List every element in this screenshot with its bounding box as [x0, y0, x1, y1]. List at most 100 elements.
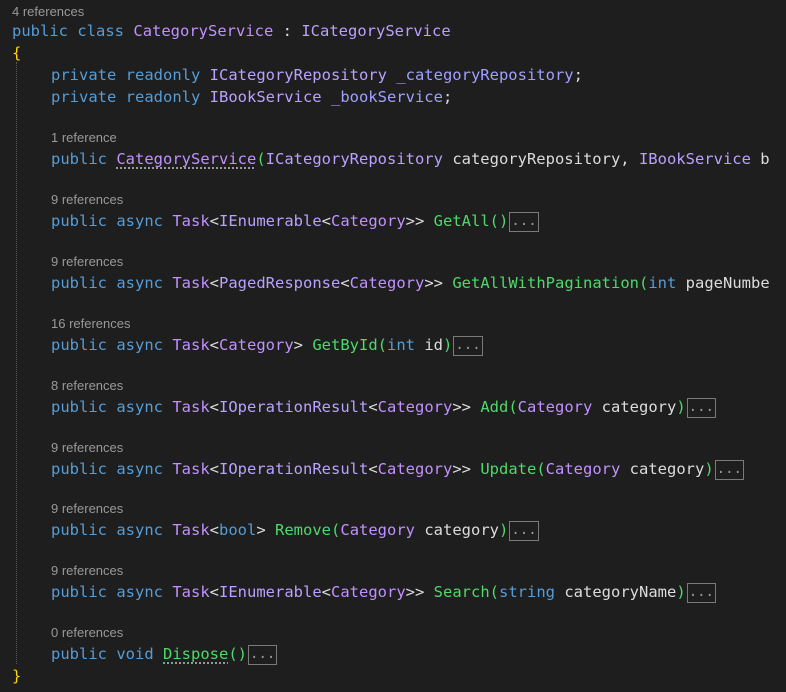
paren-open: ( [638, 274, 649, 292]
paren-open: ( [256, 150, 266, 168]
angle: < [321, 212, 331, 230]
class-declaration-line[interactable]: public class CategoryService : ICategory… [12, 20, 451, 42]
collapsed-region-button[interactable]: ... [453, 335, 483, 356]
method-name: GetAll [433, 212, 490, 230]
field-line-category-repo[interactable]: private readonly ICategoryRepository _ca… [51, 64, 583, 86]
inner-type: PagedResponse [219, 274, 341, 292]
method-getallwithpagination-line[interactable]: public async Task<PagedResponse<Category… [51, 272, 770, 294]
method-add-line[interactable]: public async Task<IOperationResult<Categ… [51, 396, 716, 418]
angle: < [209, 521, 219, 539]
modifiers: public async [51, 460, 163, 478]
collapsed-region-button[interactable]: ... [686, 397, 716, 418]
generic-type: bool [219, 521, 257, 539]
codelens-add-refs[interactable]: 8 references [51, 378, 123, 393]
indent-guide [16, 62, 17, 664]
ctor-line[interactable]: public CategoryService(ICategoryReposito… [51, 148, 770, 170]
paren-open: ( [489, 583, 500, 601]
codelens-ctor-refs[interactable]: 1 reference [51, 130, 117, 145]
angle: < [209, 460, 219, 478]
codelens-class-refs[interactable]: 4 references [12, 4, 84, 19]
generic-type: Category [377, 398, 453, 416]
colon: : [273, 22, 302, 40]
method-getbyid-line[interactable]: public async Task<Category> GetById(int … [51, 334, 483, 356]
codelens-dispose-refs[interactable]: 0 references [51, 625, 123, 640]
param-keyword: string [499, 583, 556, 601]
close-brace: } [12, 667, 22, 685]
codelens-getbyid-refs[interactable]: 16 references [51, 316, 131, 331]
generic-type: Category [349, 274, 425, 292]
task-type: Task [172, 460, 210, 478]
modifiers: public async [51, 212, 163, 230]
method-dispose-line[interactable]: public void Dispose()... [51, 643, 278, 665]
param-name: pageNumbe [676, 274, 770, 292]
collapsed-region-button[interactable]: ... [509, 520, 539, 541]
inner-type: IOperationResult [219, 460, 369, 478]
inner-type: IEnumerable [219, 583, 322, 601]
collapsed-region-button[interactable]: ... [714, 459, 744, 480]
task-type: Task [172, 336, 210, 354]
semicolon: ; [573, 66, 583, 84]
inner-type: IEnumerable [219, 212, 322, 230]
semicolon: ; [442, 88, 453, 106]
task-type: Task [172, 212, 210, 230]
modifiers: public async [51, 583, 163, 601]
param-name: b [750, 150, 770, 168]
modifiers: public [51, 645, 107, 663]
paren-close: ) [676, 398, 686, 416]
method-name: Dispose [163, 645, 229, 663]
param-type: Category [545, 460, 621, 478]
method-name: Update [480, 460, 537, 478]
angle: >> [424, 274, 443, 292]
angle: < [368, 460, 378, 478]
paren-open: ( [508, 398, 518, 416]
generic-type: Category [331, 212, 406, 230]
method-name: GetAllWithPagination [452, 274, 639, 292]
field-modifiers: private readonly [51, 66, 201, 84]
angle: < [209, 583, 219, 601]
task-type: Task [172, 583, 210, 601]
codelens-remove-refs[interactable]: 9 references [51, 501, 123, 516]
kw-public: public [12, 22, 68, 40]
method-getall-line[interactable]: public async Task<IEnumerable<Category>>… [51, 210, 539, 232]
method-update-line[interactable]: public async Task<IOperationResult<Categ… [51, 458, 744, 480]
paren-close: ) [676, 583, 686, 601]
field-modifiers: private readonly [51, 88, 201, 106]
paren-close: ) [499, 521, 509, 539]
class-name: CategoryService [133, 22, 274, 40]
collapsed-region-button[interactable]: ... [248, 644, 278, 665]
paren-open: ( [331, 521, 341, 539]
interface-name: ICategoryService [301, 22, 451, 40]
method-name: GetById [312, 336, 378, 354]
code-editor[interactable]: 4 references public class CategoryServic… [0, 0, 786, 692]
codelens-getallwithpagination-refs[interactable]: 9 references [51, 254, 123, 269]
paren-close: ) [704, 460, 714, 478]
method-name: Remove [275, 521, 332, 539]
collapsed-region-button[interactable]: ... [686, 582, 716, 603]
angle: < [209, 274, 219, 292]
param-name: category [620, 460, 705, 478]
paren-close: ) [443, 336, 453, 354]
modifiers: public async [51, 398, 163, 416]
param-type: IBookService [638, 150, 751, 168]
method-name: Add [480, 398, 509, 416]
field-line-book-service[interactable]: private readonly IBookService _bookServi… [51, 86, 452, 108]
collapsed-region-button[interactable]: ... [509, 211, 539, 232]
task-type: Task [172, 274, 210, 292]
return-type: void [116, 645, 154, 663]
field-name: _categoryRepository [396, 66, 574, 84]
task-type: Task [172, 521, 210, 539]
codelens-getall-refs[interactable]: 9 references [51, 192, 123, 207]
open-brace: { [12, 44, 22, 62]
codelens-search-refs[interactable]: 9 references [51, 563, 123, 578]
angle: > [256, 521, 266, 539]
method-remove-line[interactable]: public async Task<bool> Remove(Category … [51, 519, 539, 541]
modifiers: public async [51, 521, 163, 539]
angle: >> [405, 212, 425, 230]
modifiers: public async [51, 336, 163, 354]
method-search-line[interactable]: public async Task<IEnumerable<Category>>… [51, 581, 716, 603]
kw-class: class [77, 22, 125, 40]
field-type: IBookService [209, 88, 322, 106]
codelens-update-refs[interactable]: 9 references [51, 440, 123, 455]
modifiers: public async [51, 274, 163, 292]
angle: >> [405, 583, 425, 601]
